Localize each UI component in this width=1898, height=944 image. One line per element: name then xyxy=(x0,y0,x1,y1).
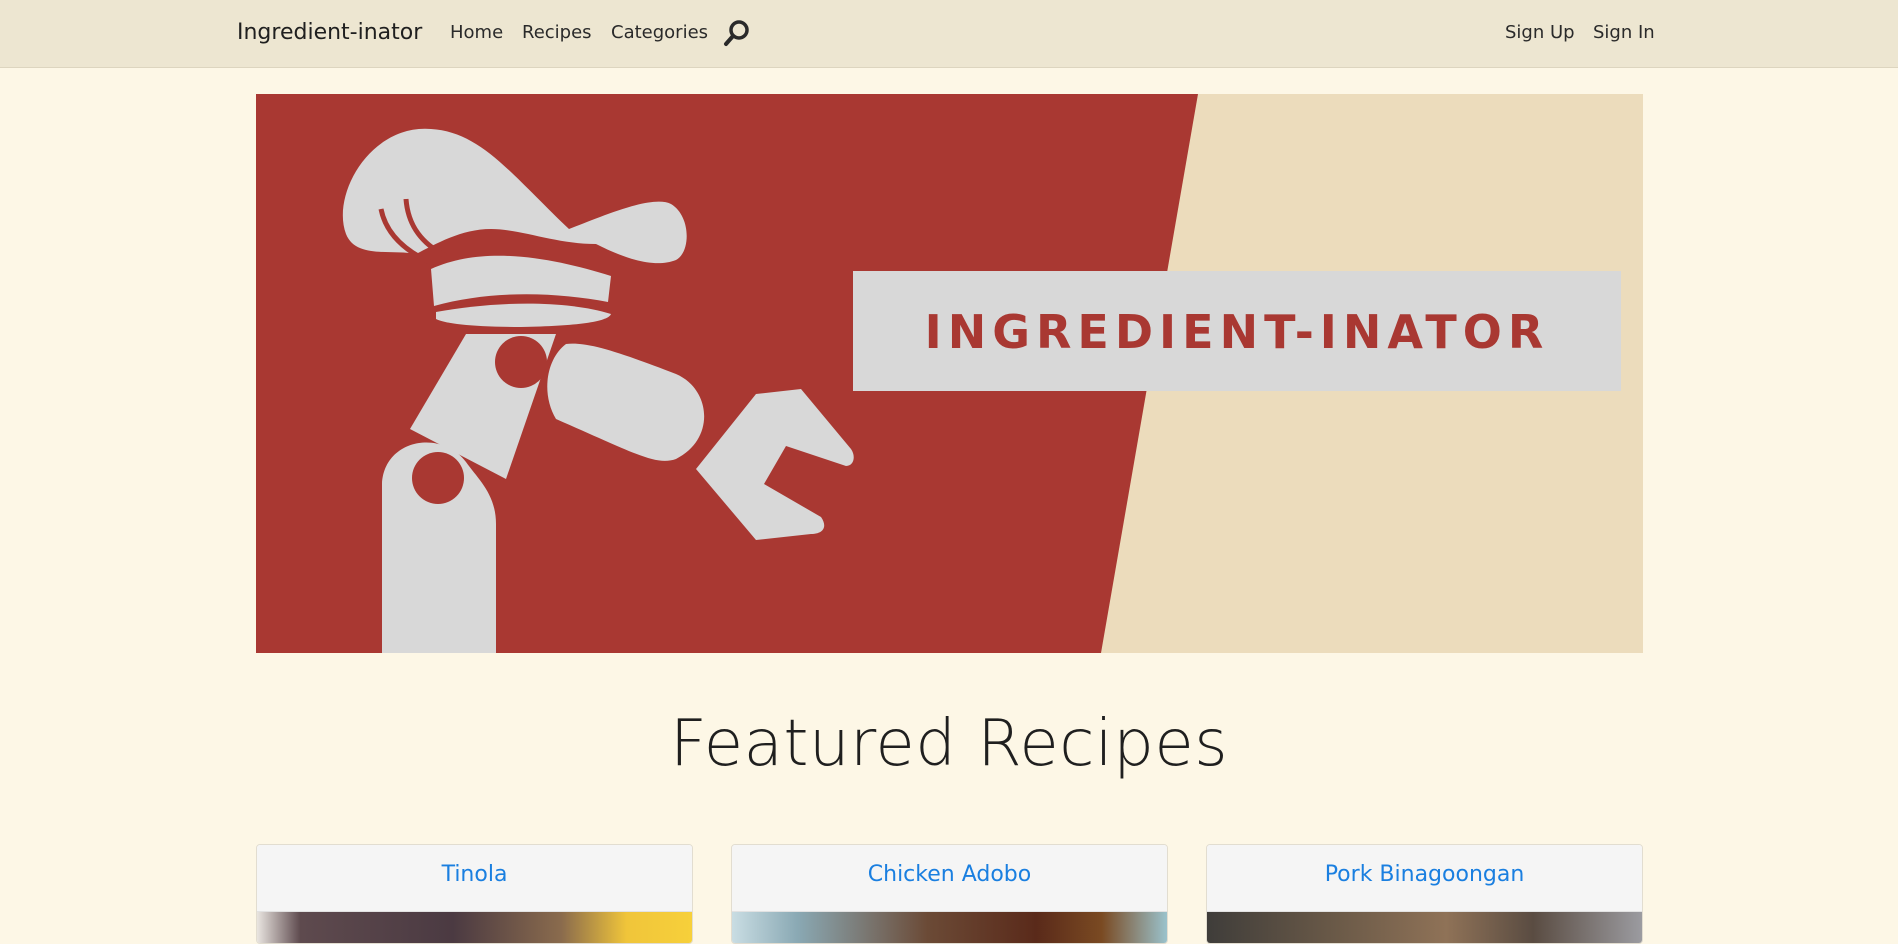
recipe-card-title[interactable]: Chicken Adobo xyxy=(732,845,1167,912)
brand-link[interactable]: Ingredient-inator xyxy=(237,20,422,45)
recipe-card-chicken-adobo[interactable]: Chicken Adobo xyxy=(731,844,1168,944)
recipe-card-tinola[interactable]: Tinola xyxy=(256,844,693,944)
recipe-card-image[interactable] xyxy=(732,912,1167,943)
top-navbar: Ingredient-inator Home Recipes Categorie… xyxy=(0,0,1898,68)
nav-sign-up[interactable]: Sign Up xyxy=(1505,22,1575,43)
nav-categories[interactable]: Categories xyxy=(611,22,708,43)
recipe-card-title[interactable]: Pork Binagoongan xyxy=(1207,845,1642,912)
hero-banner: INGREDIENT-INATOR xyxy=(256,94,1643,653)
nav-sign-in[interactable]: Sign In xyxy=(1593,22,1655,43)
recipe-card-title[interactable]: Tinola xyxy=(257,845,692,912)
recipe-card-pork-binagoongan[interactable]: Pork Binagoongan xyxy=(1206,844,1643,944)
featured-recipes-title: Featured Recipes xyxy=(669,707,1229,781)
hero-title-text: INGREDIENT-INATOR xyxy=(925,305,1550,359)
recipe-card-image[interactable] xyxy=(1207,912,1642,943)
nav-home[interactable]: Home xyxy=(450,22,503,43)
recipe-card-image[interactable] xyxy=(257,912,692,943)
nav-recipes[interactable]: Recipes xyxy=(522,22,592,43)
search-icon[interactable] xyxy=(723,19,751,47)
